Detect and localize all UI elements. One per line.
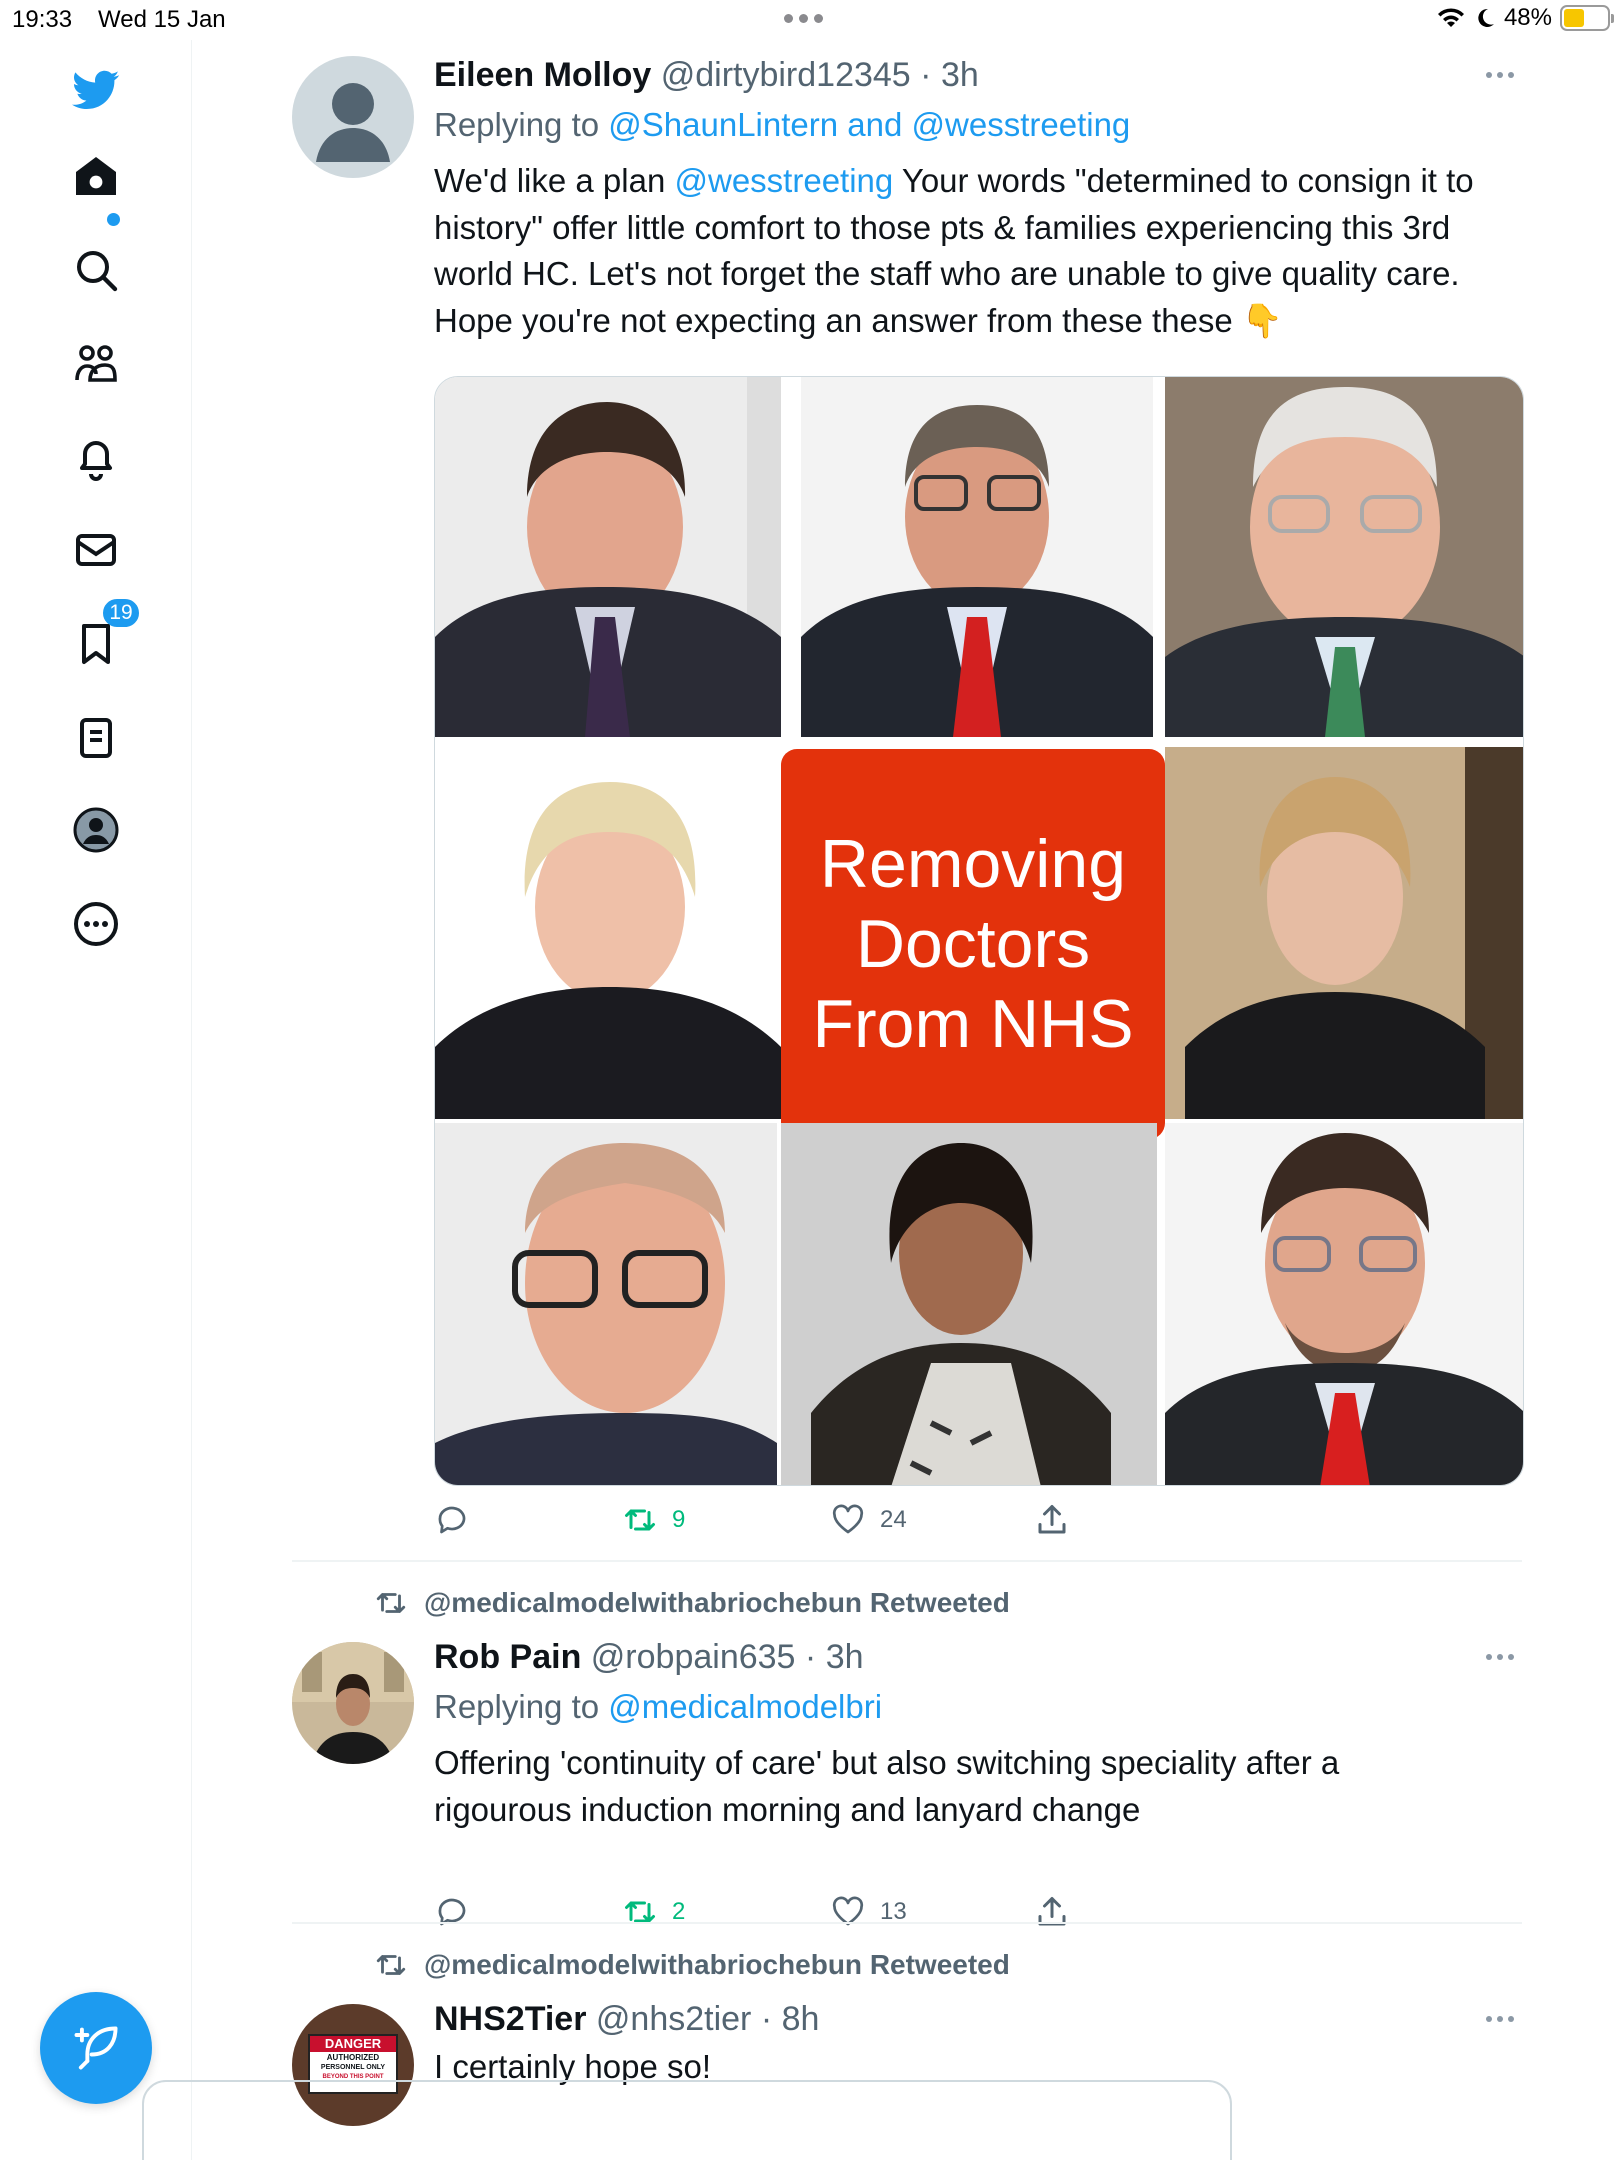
avatar-default[interactable] [292, 56, 414, 178]
status-time: 19:33 [12, 6, 73, 33]
more-options-icon[interactable] [68, 896, 124, 952]
retweet-button[interactable]: 2 [622, 1894, 685, 1930]
heart-icon [832, 1504, 864, 1534]
home-icon[interactable] [68, 148, 124, 204]
overlay-caption-card: Removing Doctors From NHS [781, 749, 1165, 1139]
retweet-icon [625, 1901, 655, 1923]
like-button[interactable]: 13 [830, 1894, 907, 1930]
share-icon [1038, 1897, 1066, 1926]
retweet-icon [376, 1955, 406, 1975]
tweet-author-name[interactable]: NHS2Tier [434, 2000, 586, 2038]
status-date: Wed 15 Jan [98, 6, 226, 33]
reply-button[interactable] [434, 1894, 470, 1930]
tweet-author-handle[interactable]: @nhs2tier [596, 2000, 751, 2038]
battery-percent: 48% [1503, 4, 1552, 31]
bookmarks-icon[interactable] [68, 616, 124, 672]
reply-icon [438, 1506, 466, 1534]
like-count: 24 [880, 1506, 907, 1533]
replying-to-line: Replying to @medicalmodelbri [434, 1688, 883, 1725]
communities-icon[interactable] [68, 336, 124, 392]
tweet-text: We'd like a plan @wesstreeting Your word… [434, 162, 1474, 339]
tweet-more-icon[interactable] [1486, 72, 1514, 78]
share-button[interactable] [1034, 1894, 1070, 1930]
share-icon [1038, 1505, 1066, 1534]
retweet-icon [376, 1593, 406, 1613]
tweet-actions: 9 24 [434, 1502, 1134, 1546]
tweet-actions: 2 13 [434, 1894, 1134, 1938]
profile-avatar-icon[interactable] [68, 802, 124, 858]
tweet-timestamp[interactable]: 3h [826, 1638, 864, 1676]
battery-icon [1560, 5, 1614, 31]
mention-link[interactable]: @medicalmodelbri [608, 1688, 882, 1725]
mention-link[interactable]: @ShaunLintern [608, 106, 838, 143]
tweet-more-icon[interactable] [1486, 1654, 1514, 1660]
status-bar: 19:33 Wed 15 Jan 48% [0, 0, 1620, 40]
retweeted-by-line: @medicalmodelwithabriochebun Retweeted [374, 1948, 1010, 1982]
reply-icon [438, 1898, 466, 1926]
retweet-button[interactable]: 9 [622, 1502, 685, 1538]
retweet-icon [625, 1509, 655, 1531]
wifi-icon [1437, 8, 1464, 27]
sign-title: DANGER [310, 2036, 396, 2052]
portrait-photo [1165, 377, 1523, 737]
search-icon[interactable] [68, 242, 124, 298]
notifications-bell-icon[interactable] [68, 430, 124, 486]
portrait-photo [1165, 1123, 1523, 1485]
portrait-photo [435, 747, 781, 1119]
tweet-author-name[interactable]: Rob Pain [434, 1638, 581, 1676]
share-button[interactable] [1034, 1502, 1070, 1538]
tweet-more-icon[interactable] [1486, 2016, 1514, 2022]
heart-icon [832, 1896, 864, 1926]
mention-link[interactable]: @wesstreeting [675, 162, 894, 199]
like-button[interactable]: 24 [830, 1502, 907, 1538]
portrait-photo [1165, 747, 1523, 1119]
retweeted-by-line: @medicalmodelwithabriochebun Retweeted [374, 1586, 1010, 1620]
mention-link[interactable]: @wesstreeting [912, 106, 1131, 143]
messages-icon[interactable] [68, 522, 124, 578]
twitter-logo-icon[interactable] [68, 62, 124, 118]
compose-tweet-button[interactable] [40, 1992, 152, 2104]
tweet-author-handle[interactable]: @robpain635 [591, 1638, 796, 1676]
home-unread-dot [107, 213, 120, 226]
tweet-author-handle[interactable]: @dirtybird12345 [661, 56, 911, 94]
tweet-divider [292, 1922, 1522, 1924]
tweet-divider [292, 1560, 1522, 1562]
portrait-photo [781, 1123, 1157, 1485]
quoted-tweet-card[interactable] [142, 2080, 1232, 2160]
portrait-photo [801, 377, 1153, 737]
tweet-author-name[interactable]: Eileen Molloy [434, 56, 651, 94]
tweet-timestamp[interactable]: 3h [941, 56, 979, 94]
lists-icon[interactable] [68, 710, 124, 766]
portrait-photo [435, 1123, 777, 1485]
tweet-text: Offering 'continuity of care' but also s… [434, 1744, 1340, 1828]
tweet-image[interactable]: Removing Doctors From NHS [434, 376, 1524, 1486]
sidebar-nav: 19 [0, 40, 192, 2160]
moon-icon [1478, 8, 1494, 27]
tweet-timestamp[interactable]: 8h [782, 2000, 820, 2038]
retweet-count: 9 [672, 1506, 686, 1533]
reply-button[interactable] [434, 1502, 470, 1538]
avatar-rob-pain[interactable] [292, 1642, 414, 1764]
replying-to-line: Replying to @ShaunLintern and @wesstreet… [434, 106, 1131, 143]
compose-feather-icon [74, 2026, 118, 2070]
portrait-photo [435, 377, 781, 737]
multitasking-dots[interactable] [784, 8, 832, 28]
